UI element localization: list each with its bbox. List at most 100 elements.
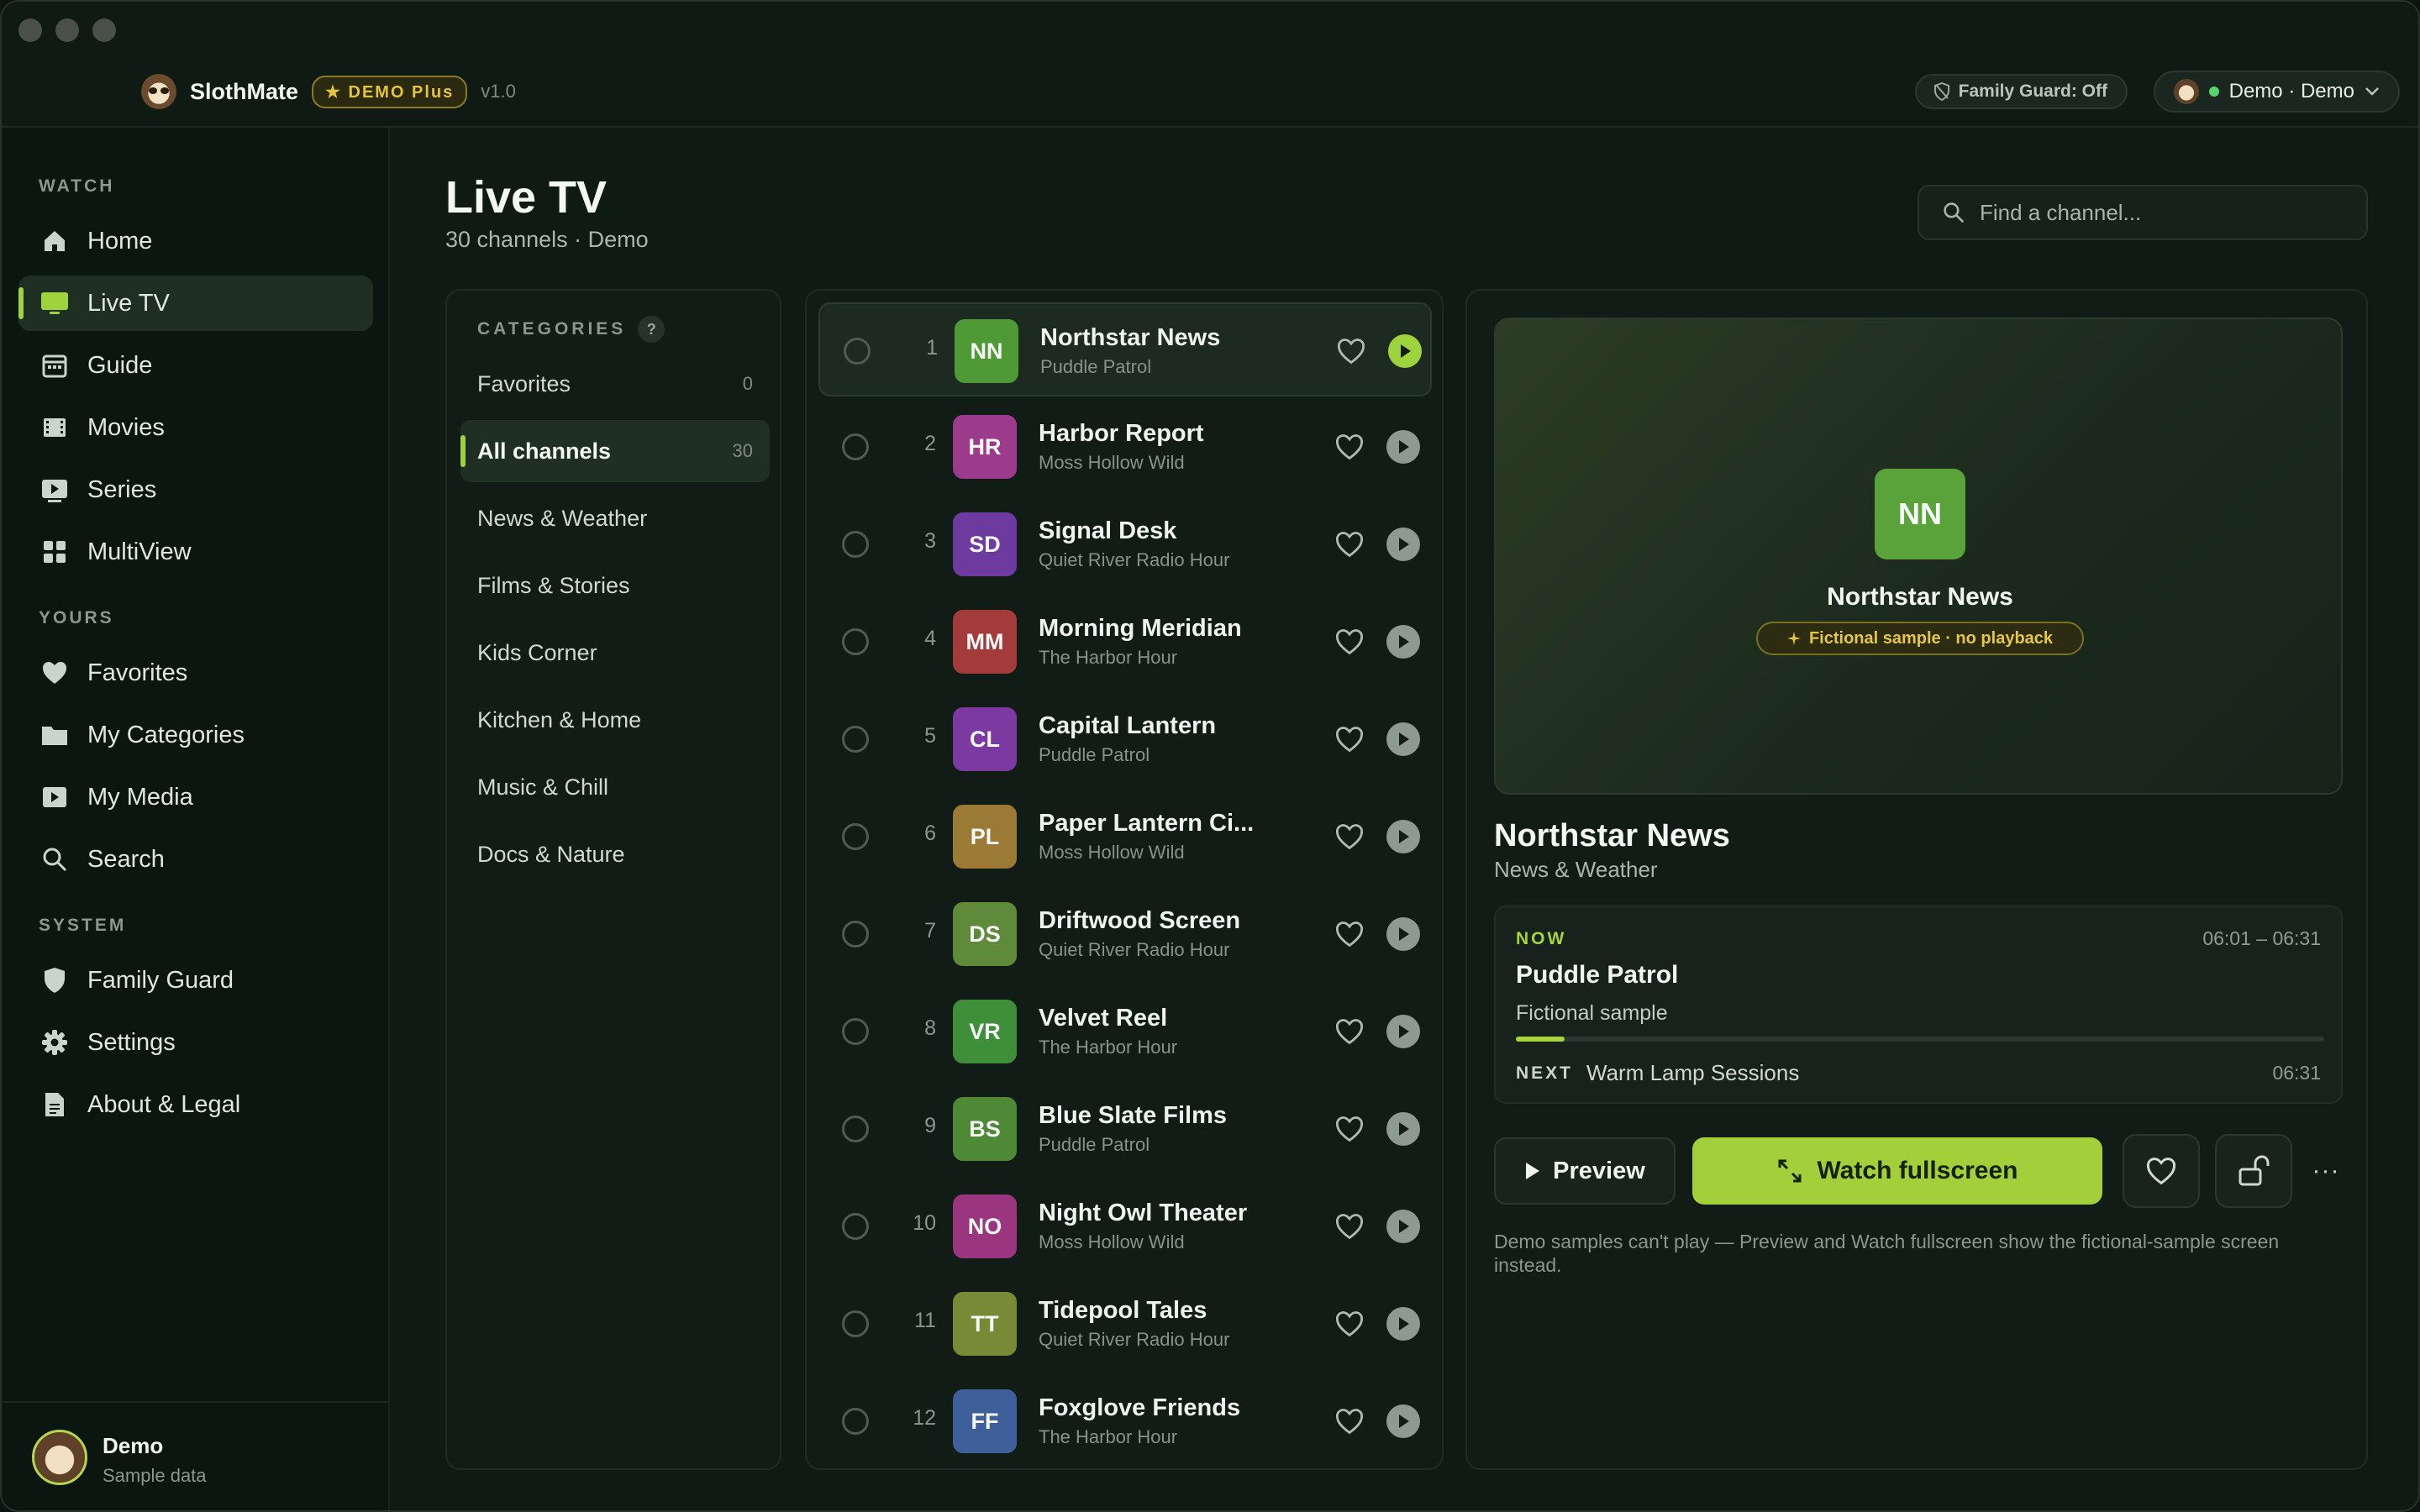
channel-row[interactable]: 3 SD Signal Desk Quiet River Radio Hour — [818, 497, 1432, 591]
minimize-window-button[interactable] — [55, 18, 79, 42]
category-item-all-channels[interactable]: All channels 30 — [460, 420, 770, 482]
favorite-heart-icon[interactable] — [1334, 1211, 1365, 1242]
category-item-kitchen-home[interactable]: Kitchen & Home — [460, 689, 770, 751]
play-icon — [1399, 1025, 1409, 1038]
channel-logo: VR — [953, 1000, 1017, 1063]
sidebar-item-about-legal[interactable]: About & Legal — [18, 1077, 373, 1132]
channel-select-radio[interactable] — [842, 628, 869, 655]
channel-name: Driftwood Screen — [1039, 907, 1241, 934]
favorite-heart-icon[interactable] — [1334, 724, 1365, 754]
channel-select-radio[interactable] — [844, 338, 871, 365]
channel-row[interactable]: 9 BS Blue Slate Films Puddle Patrol — [818, 1082, 1432, 1176]
play-icon — [1526, 1163, 1540, 1179]
channel-search[interactable] — [1918, 185, 2368, 240]
channel-row[interactable]: 8 VR Velvet Reel The Harbor Hour — [818, 984, 1432, 1079]
channel-row[interactable]: 6 PL Paper Lantern Ci... Moss Hollow Wild — [818, 790, 1432, 884]
category-item-music-chill[interactable]: Music & Chill — [460, 756, 770, 818]
category-label: Favorites — [477, 370, 571, 396]
channel-row[interactable]: 5 CL Capital Lantern Puddle Patrol — [818, 692, 1432, 786]
play-channel-button[interactable] — [1386, 625, 1420, 659]
channel-row[interactable]: 4 MM Morning Meridian The Harbor Hour — [818, 595, 1432, 689]
more-options-button[interactable]: ··· — [2309, 1156, 2343, 1186]
favorite-heart-icon[interactable] — [1334, 822, 1365, 852]
online-status-dot — [2208, 87, 2219, 97]
channel-select-radio[interactable] — [842, 921, 869, 948]
favorite-heart-icon[interactable] — [1334, 1016, 1365, 1047]
zoom-window-button[interactable] — [92, 18, 116, 42]
sidebar-item-multiview[interactable]: MultiView — [18, 524, 373, 580]
channel-select-radio[interactable] — [842, 1018, 869, 1045]
channel-select-radio[interactable] — [842, 1408, 869, 1435]
favorite-heart-icon[interactable] — [1334, 1114, 1365, 1144]
gear-icon — [40, 1028, 69, 1057]
favorite-heart-icon[interactable] — [1334, 1309, 1365, 1339]
category-item-films-stories[interactable]: Films & Stories — [460, 554, 770, 617]
play-channel-button[interactable] — [1386, 528, 1420, 561]
sidebar-item-guide[interactable]: Guide — [18, 338, 373, 393]
channel-row[interactable]: 10 NO Night Owl Theater Moss Hollow Wild — [818, 1179, 1432, 1273]
preview-button-label: Preview — [1553, 1157, 1645, 1184]
category-label: All channels — [477, 438, 612, 464]
category-item-news-weather[interactable]: News & Weather — [460, 487, 770, 549]
channel-select-radio[interactable] — [842, 1310, 869, 1337]
sidebar-item-live-tv[interactable]: Live TV — [18, 276, 373, 331]
channel-row[interactable]: 1 NN Northstar News Puddle Patrol — [818, 302, 1432, 396]
sidebar-item-search[interactable]: Search — [18, 832, 373, 887]
sidebar-item-movies[interactable]: Movies — [18, 400, 373, 455]
play-channel-button[interactable] — [1386, 1015, 1420, 1048]
favorite-heart-icon[interactable] — [1334, 1406, 1365, 1436]
sidebar-item-settings[interactable]: Settings — [18, 1015, 373, 1070]
category-item-kids-corner[interactable]: Kids Corner — [460, 622, 770, 684]
play-channel-button[interactable] — [1386, 1404, 1420, 1438]
channel-select-radio[interactable] — [842, 1116, 869, 1142]
demo-note: Demo samples can't play — Preview and Wa… — [1494, 1231, 2280, 1276]
favorite-heart-icon[interactable] — [1334, 529, 1365, 559]
favorite-heart-icon[interactable] — [1334, 919, 1365, 949]
channel-logo: NN — [1875, 469, 1965, 559]
channel-select-radio[interactable] — [842, 531, 869, 558]
lock-button[interactable] — [2215, 1134, 2292, 1208]
channel-search-input[interactable] — [1980, 199, 2349, 226]
sidebar-item-family-guard[interactable]: Family Guard — [18, 953, 373, 1008]
tv-icon — [40, 289, 69, 318]
close-window-button[interactable] — [18, 18, 42, 42]
program-progress-fill — [1516, 1037, 1565, 1042]
channel-row[interactable]: 2 HR Harbor Report Moss Hollow Wild — [818, 400, 1432, 494]
family-guard-status-label: Family Guard: Off — [1958, 81, 2107, 101]
sidebar-item-my-categories[interactable]: My Categories — [18, 707, 373, 763]
watch-fullscreen-button[interactable]: Watch fullscreen — [1692, 1137, 2102, 1205]
play-channel-button[interactable] — [1386, 917, 1420, 951]
channel-select-radio[interactable] — [842, 823, 869, 850]
favorite-heart-icon[interactable] — [1334, 432, 1365, 462]
channel-row[interactable]: 11 TT Tidepool Tales Quiet River Radio Hour — [818, 1277, 1432, 1371]
channel-preview[interactable]: NN Northstar News Fictional sample · no … — [1494, 318, 2343, 795]
help-icon[interactable]: ? — [638, 316, 666, 343]
favorite-heart-icon[interactable] — [1336, 336, 1366, 366]
play-channel-button[interactable] — [1386, 430, 1420, 464]
sidebar-item-series[interactable]: Series — [18, 462, 373, 517]
category-item-favorites[interactable]: Favorites 0 — [460, 353, 770, 415]
sidebar-item-home[interactable]: Home — [18, 213, 373, 269]
family-guard-status-pill[interactable]: Family Guard: Off — [1914, 74, 2128, 109]
play-channel-button[interactable] — [1386, 820, 1420, 853]
favorite-heart-icon[interactable] — [1334, 627, 1365, 657]
play-channel-button[interactable] — [1386, 1112, 1420, 1146]
play-channel-button[interactable] — [1386, 1210, 1420, 1243]
channel-row[interactable]: 7 DS Driftwood Screen Quiet River Radio Hou… — [818, 887, 1432, 981]
channel-number: 7 — [924, 919, 936, 942]
play-channel-button[interactable] — [1386, 1307, 1420, 1341]
channel-row[interactable]: 12 FF Foxglove Friends The Harbor Hour — [818, 1374, 1432, 1468]
play-icon — [1399, 1317, 1409, 1331]
sidebar-item-my-media[interactable]: My Media — [18, 769, 373, 825]
profile-switcher[interactable]: Demo · Demo — [2153, 71, 2400, 113]
favorite-button[interactable] — [2123, 1134, 2200, 1208]
play-channel-button[interactable] — [1388, 334, 1422, 368]
category-item-docs-nature[interactable]: Docs & Nature — [460, 823, 770, 885]
channel-select-radio[interactable] — [842, 1213, 869, 1240]
sidebar-profile[interactable]: Demo Sample data — [2, 1401, 388, 1510]
sidebar-item-favorites[interactable]: Favorites — [18, 645, 373, 701]
channel-select-radio[interactable] — [842, 726, 869, 753]
play-channel-button[interactable] — [1386, 722, 1420, 756]
preview-button[interactable]: Preview — [1494, 1137, 1676, 1205]
channel-select-radio[interactable] — [842, 433, 869, 460]
